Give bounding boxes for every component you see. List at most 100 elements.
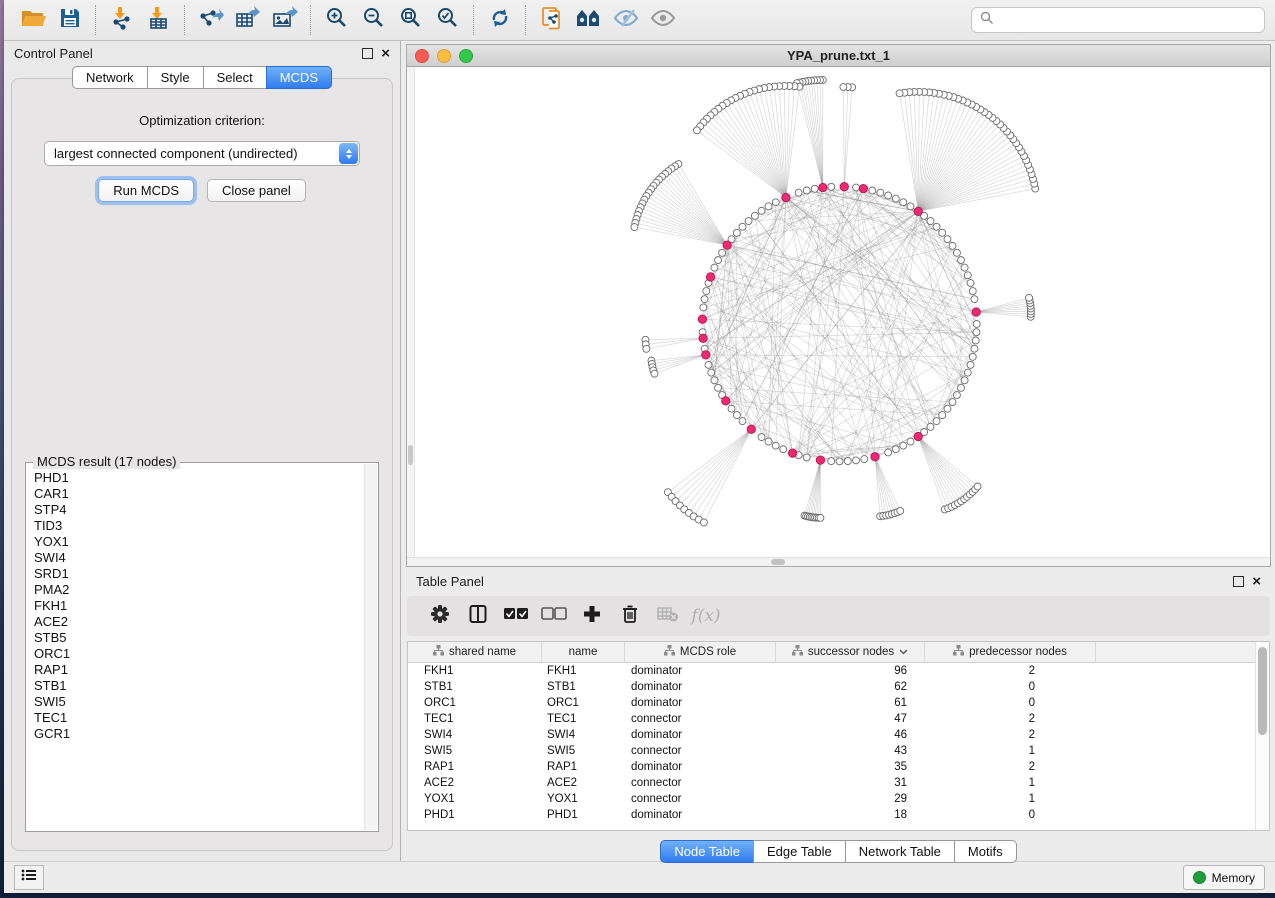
cell-shared-name[interactable]: ORC1 (408, 697, 541, 709)
mcds-result-item[interactable]: TEC1 (34, 710, 365, 726)
cell-mcds-role[interactable]: connector (623, 793, 773, 805)
cell-name[interactable]: SWI4 (541, 729, 623, 741)
table-row[interactable]: SWI4SWI4dominator462 (408, 727, 1269, 743)
network-graph[interactable] (415, 67, 1270, 557)
network-canvas[interactable] (407, 67, 1270, 557)
task-history-button[interactable] (14, 865, 44, 890)
cell-name[interactable]: RAP1 (541, 761, 623, 773)
tab-network-table[interactable]: Network Table (845, 840, 955, 863)
cell-predecessor-nodes[interactable]: 1 (921, 777, 1091, 789)
import-table-button[interactable] (140, 4, 177, 36)
cell-mcds-role[interactable]: dominator (623, 681, 773, 693)
table-row[interactable]: RAP1RAP1dominator352 (408, 759, 1269, 775)
cell-name[interactable]: ORC1 (541, 697, 623, 709)
hide-selected-button[interactable] (607, 4, 644, 36)
cell-predecessor-nodes[interactable]: 0 (921, 681, 1091, 693)
cell-name[interactable]: SWI5 (541, 745, 623, 757)
mcds-result-item[interactable]: CAR1 (34, 486, 365, 502)
mcds-result-item[interactable]: SWI5 (34, 694, 365, 710)
mcds-result-item[interactable]: PMA2 (34, 582, 365, 598)
cell-mcds-role[interactable]: connector (623, 745, 773, 757)
close-panel-icon[interactable]: × (381, 46, 390, 61)
table-row[interactable]: PHD1PHD1dominator180 (408, 807, 1269, 823)
cell-mcds-role[interactable]: dominator (623, 729, 773, 741)
open-file-button[interactable] (14, 4, 51, 36)
mcds-result-item[interactable]: SWI4 (34, 550, 365, 566)
mcds-result-item[interactable]: TID3 (34, 518, 365, 534)
tab-select[interactable]: Select (203, 66, 267, 89)
tab-edge-table[interactable]: Edge Table (753, 840, 846, 863)
cell-shared-name[interactable]: STB1 (408, 681, 541, 693)
mcds-result-item[interactable]: RAP1 (34, 662, 365, 678)
cell-shared-name[interactable]: FKH1 (408, 665, 541, 677)
cell-predecessor-nodes[interactable]: 2 (921, 665, 1091, 677)
mcds-result-item[interactable]: PHD1 (34, 470, 365, 486)
column-header-predecessor-nodes[interactable]: predecessor nodes (925, 642, 1096, 662)
cell-shared-name[interactable]: TEC1 (408, 713, 541, 725)
table-row[interactable]: ACE2ACE2connector311 (408, 775, 1269, 791)
zoom-out-button[interactable] (355, 4, 392, 36)
cell-name[interactable]: PHD1 (541, 809, 623, 821)
cell-shared-name[interactable]: ACE2 (408, 777, 541, 789)
network-horizontal-scrollbar[interactable] (407, 557, 1270, 566)
column-header-name[interactable]: name (542, 642, 625, 662)
delete-column-button[interactable] (611, 601, 649, 631)
mcds-result-item[interactable]: STB5 (34, 630, 365, 646)
cell-successor-nodes[interactable]: 96 (773, 665, 921, 677)
tab-motifs[interactable]: Motifs (954, 840, 1017, 863)
cell-name[interactable]: TEC1 (541, 713, 623, 725)
export-image-button[interactable] (266, 4, 303, 36)
run-mcds-button[interactable]: Run MCDS (98, 179, 194, 202)
mcds-result-item[interactable]: YOX1 (34, 534, 365, 550)
import-network-button[interactable] (103, 4, 140, 36)
table-row[interactable]: STB1STB1dominator620 (408, 679, 1269, 695)
select-all-rows-button[interactable] (497, 601, 535, 631)
cell-predecessor-nodes[interactable]: 2 (921, 761, 1091, 773)
zoom-fit-button[interactable] (392, 4, 429, 36)
table-settings-button[interactable] (421, 601, 459, 631)
cell-successor-nodes[interactable]: 35 (773, 761, 921, 773)
cell-mcds-role[interactable]: dominator (623, 761, 773, 773)
cell-predecessor-nodes[interactable]: 1 (921, 793, 1091, 805)
show-all-button[interactable] (644, 4, 681, 36)
cell-name[interactable]: ACE2 (541, 777, 623, 789)
mcds-result-list[interactable]: PHD1CAR1STP4TID3YOX1SWI4SRD1PMA2FKH1ACE2… (27, 464, 365, 830)
cell-successor-nodes[interactable]: 62 (773, 681, 921, 693)
save-button[interactable] (51, 4, 88, 36)
cell-successor-nodes[interactable]: 29 (773, 793, 921, 805)
table-row[interactable]: FKH1FKH1dominator962 (408, 663, 1269, 679)
add-column-button[interactable] (573, 601, 611, 631)
cell-predecessor-nodes[interactable]: 2 (921, 729, 1091, 741)
column-header-successor-nodes[interactable]: successor nodes (776, 642, 925, 662)
close-panel-icon[interactable]: × (1252, 574, 1261, 589)
table-row[interactable]: TEC1TEC1connector472 (408, 711, 1269, 727)
column-header-shared-name[interactable]: shared name (408, 642, 542, 662)
mcds-result-item[interactable]: FKH1 (34, 598, 365, 614)
cell-predecessor-nodes[interactable]: 2 (921, 713, 1091, 725)
mcds-result-item[interactable]: STB1 (34, 678, 365, 694)
cell-mcds-role[interactable]: connector (623, 777, 773, 789)
cell-shared-name[interactable]: PHD1 (408, 809, 541, 821)
mcds-result-item[interactable]: STP4 (34, 502, 365, 518)
mcds-result-item[interactable]: ORC1 (34, 646, 365, 662)
show-columns-button[interactable] (459, 601, 497, 631)
cell-shared-name[interactable]: SWI5 (408, 745, 541, 757)
mcds-list-scrollbar[interactable] (364, 464, 377, 830)
network-vertical-scrollbar[interactable] (407, 67, 415, 557)
cell-predecessor-nodes[interactable]: 1 (921, 745, 1091, 757)
cell-successor-nodes[interactable]: 43 (773, 745, 921, 757)
search-input[interactable] (1000, 12, 1256, 28)
cell-name[interactable]: STB1 (541, 681, 623, 693)
cell-predecessor-nodes[interactable]: 0 (921, 697, 1091, 709)
float-panel-icon[interactable] (1233, 576, 1244, 587)
tab-mcds[interactable]: MCDS (266, 66, 332, 89)
float-panel-icon[interactable] (362, 48, 373, 59)
cell-shared-name[interactable]: RAP1 (408, 761, 541, 773)
first-neighbors-button[interactable] (570, 4, 607, 36)
cell-predecessor-nodes[interactable]: 0 (921, 809, 1091, 821)
export-network-button[interactable] (192, 4, 229, 36)
zoom-in-button[interactable] (318, 4, 355, 36)
tab-node-table[interactable]: Node Table (660, 840, 754, 863)
cell-shared-name[interactable]: SWI4 (408, 729, 541, 741)
cell-shared-name[interactable]: YOX1 (408, 793, 541, 805)
